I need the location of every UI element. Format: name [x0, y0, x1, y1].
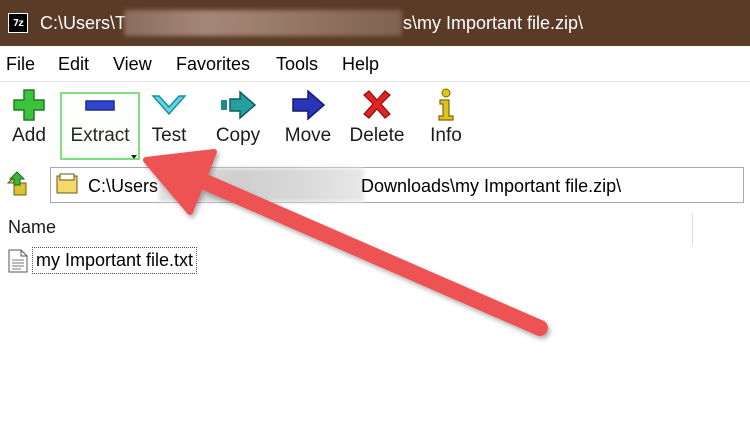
delete-label: Delete [349, 125, 405, 146]
info-button[interactable]: Info [426, 88, 466, 154]
window-title-suffix: s\my Important file.zip\ [403, 13, 584, 33]
menu-favorites[interactable]: Favorites [176, 54, 250, 75]
test-label: Test [151, 125, 187, 146]
window-title-prefix: C:\Users\T [40, 13, 127, 33]
move-button[interactable]: Move [282, 88, 334, 154]
add-label: Add [12, 125, 46, 146]
menu-file[interactable]: File [6, 54, 35, 75]
text-file-icon [8, 249, 28, 273]
menu-tools[interactable]: Tools [276, 54, 318, 75]
right-arrow-icon [288, 88, 328, 122]
menu-view[interactable]: View [113, 54, 152, 75]
menu-edit[interactable]: Edit [58, 54, 89, 75]
file-list: Name my Important file.txt [0, 207, 750, 425]
test-button[interactable]: Test [148, 88, 190, 154]
menu-help[interactable]: Help [342, 54, 379, 75]
add-button[interactable]: Add [8, 88, 50, 154]
double-arrow-icon [218, 88, 258, 122]
address-path-suffix: Downloads\my Important file.zip\ [361, 176, 622, 196]
delete-button[interactable]: Delete [348, 88, 406, 154]
info-icon [426, 88, 466, 122]
move-label: Move [284, 125, 332, 146]
address-bar[interactable]: C:\Users Downloads\my Important file.zip… [50, 167, 744, 203]
info-label: Info [430, 125, 462, 146]
extract-highlight-box [60, 92, 140, 160]
folder-up-button[interactable] [6, 171, 30, 197]
menu-bar: File Edit View Favorites Tools Help [0, 46, 750, 82]
copy-label: Copy [215, 125, 261, 146]
column-header-name[interactable]: Name [8, 217, 56, 238]
extract-dropdown-icon[interactable] [131, 155, 137, 159]
title-bar: 7z C:\Users\T s\my Important file.zip\ [0, 0, 750, 46]
address-row: C:\Users Downloads\my Important file.zip… [0, 163, 750, 207]
folder-up-icon [6, 171, 27, 196]
redacted-path-blur [159, 168, 364, 202]
red-x-icon [357, 88, 397, 122]
green-plus-icon [9, 88, 49, 122]
column-divider[interactable] [692, 213, 693, 245]
copy-button[interactable]: Copy [212, 88, 264, 154]
file-name[interactable]: my Important file.txt [32, 247, 198, 274]
zip-archive-icon [56, 173, 78, 195]
address-path-prefix: C:\Users [88, 176, 159, 196]
check-chevron-icon [149, 88, 189, 122]
redacted-username-blur [124, 10, 402, 36]
app-logo-icon: 7z [8, 13, 28, 33]
